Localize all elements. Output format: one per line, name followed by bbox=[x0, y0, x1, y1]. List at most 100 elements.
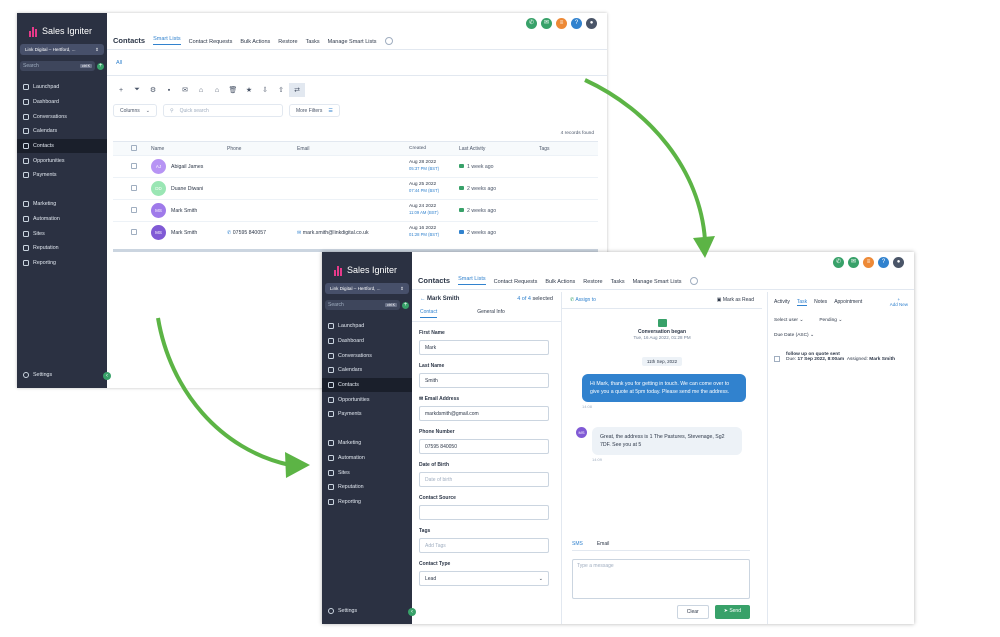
megaphone-icon[interactable]: ✉ bbox=[541, 18, 552, 29]
location-switcher[interactable]: Link Digital – Hertford, ... ⇕ bbox=[20, 44, 104, 55]
sidebar-item-reputation[interactable]: Reputation bbox=[17, 241, 107, 256]
quick-search-input[interactable]: ⚲ Quick search bbox=[162, 104, 283, 117]
sidebar-search[interactable]: Search ctrl K bbox=[20, 61, 95, 71]
mark-as-read-button[interactable]: Mark as Read bbox=[723, 297, 754, 303]
sidebar-item-calendars[interactable]: Calendars bbox=[322, 363, 412, 378]
contact-type-select[interactable]: Lead ⌄ bbox=[419, 571, 549, 586]
sidebar-item-settings[interactable]: Settings bbox=[23, 372, 52, 378]
tab-manage-smart-lists[interactable]: Manage Smart Lists bbox=[633, 279, 682, 285]
phone-field[interactable]: 07595 840050 bbox=[419, 439, 549, 454]
phone-icon[interactable]: ✆ bbox=[526, 18, 537, 29]
gear-icon[interactable] bbox=[689, 277, 698, 285]
add-icon[interactable]: + bbox=[113, 83, 129, 97]
megaphone-icon[interactable]: ✉ bbox=[848, 257, 859, 268]
tab-task[interactable]: Task bbox=[796, 299, 808, 306]
tab-manage-smart-lists[interactable]: Manage Smart Lists bbox=[328, 39, 377, 45]
more-filters-button[interactable]: More Filters ☰ bbox=[288, 104, 340, 117]
row-checkbox[interactable] bbox=[131, 184, 137, 191]
tab-restore[interactable]: Restore bbox=[583, 279, 602, 285]
back-arrow-icon[interactable]: ← bbox=[420, 296, 427, 302]
tab-smart-lists[interactable]: Smart Lists bbox=[458, 276, 486, 285]
sidebar-item-marketing[interactable]: Marketing bbox=[17, 197, 107, 212]
send-button[interactable]: ➤ Send bbox=[714, 605, 750, 619]
sidebar-item-conversations[interactable]: Conversations bbox=[17, 109, 107, 124]
assign-to-button[interactable]: Assign to bbox=[575, 297, 596, 303]
tab-tasks[interactable]: Tasks bbox=[306, 39, 320, 45]
tab-sms[interactable]: SMS bbox=[572, 541, 583, 547]
tab-notes[interactable]: Notes bbox=[814, 299, 827, 305]
notification-icon[interactable]: ≡ bbox=[556, 18, 567, 29]
tab-email[interactable]: Email bbox=[597, 541, 610, 547]
tab-contact-requests[interactable]: Contact Requests bbox=[189, 39, 233, 45]
table-row[interactable]: MS Mark Smith ✆ 07595 840057 ✉ mark.smith… bbox=[113, 221, 598, 243]
notification-icon[interactable]: ≡ bbox=[863, 257, 874, 268]
tab-tasks[interactable]: Tasks bbox=[611, 279, 625, 285]
add-new-button[interactable]: + Add New bbox=[890, 297, 908, 307]
message-icon[interactable]: ▪ bbox=[161, 83, 177, 97]
mail-icon[interactable]: ✉ bbox=[177, 83, 193, 97]
sidebar-item-contacts[interactable]: Contacts bbox=[17, 138, 107, 154]
sidebar-item-payments[interactable]: Payments bbox=[322, 407, 412, 422]
table-row[interactable]: MS Mark Smith Aug 24 2022 11:09 AM (BST) 2… bbox=[113, 199, 598, 221]
export-icon[interactable]: ⇩ bbox=[257, 83, 273, 97]
clear-button[interactable]: Clear bbox=[676, 605, 709, 619]
sidebar-item-sites[interactable]: Sites bbox=[17, 226, 107, 241]
tab-bulk-actions[interactable]: Bulk Actions bbox=[545, 279, 575, 285]
merge-icon[interactable]: ⇄ bbox=[289, 83, 305, 97]
email-field[interactable]: markdsmith@gmail.com bbox=[419, 406, 549, 421]
table-row[interactable]: DD Duane Diwani Aug 25 2022 07:44 PM (BST)… bbox=[113, 177, 598, 199]
tag-remove-icon[interactable]: ⌂ bbox=[209, 83, 225, 97]
sidebar-item-payments[interactable]: Payments bbox=[17, 168, 107, 183]
sidebar-item-reporting[interactable]: Reporting bbox=[322, 495, 412, 510]
sidebar-item-sites[interactable]: Sites bbox=[322, 465, 412, 480]
filter-icon[interactable]: ⏷ bbox=[129, 83, 145, 97]
sidebar-item-conversations[interactable]: Conversations bbox=[322, 348, 412, 363]
tags-field[interactable]: Add Tags bbox=[419, 538, 549, 553]
contact-source-field[interactable] bbox=[419, 505, 549, 520]
gear-icon[interactable] bbox=[384, 37, 393, 45]
sidebar-item-launchpad[interactable]: Launchpad bbox=[322, 319, 412, 334]
import-icon[interactable]: ⇧ bbox=[273, 83, 289, 97]
tab-all[interactable]: All bbox=[116, 60, 122, 66]
table-row[interactable]: AJ Abigail James Aug 28 2022 05:37 PM (BST… bbox=[113, 155, 598, 177]
sidebar-item-marketing[interactable]: Marketing bbox=[322, 436, 412, 451]
sidebar-item-dashboard[interactable]: Dashboard bbox=[17, 95, 107, 110]
tab-general-info[interactable]: General Info bbox=[477, 309, 505, 318]
select-user-dropdown[interactable]: Select user ⌄ bbox=[774, 318, 803, 323]
quick-add-button[interactable]: + bbox=[402, 301, 409, 309]
select-all-checkbox[interactable] bbox=[131, 144, 137, 151]
task-checkbox[interactable] bbox=[774, 356, 780, 362]
sort-dropdown[interactable]: Due Date (ASC) ⌄ bbox=[768, 329, 914, 342]
sidebar-item-dashboard[interactable]: Dashboard bbox=[322, 334, 412, 349]
sidebar-item-automation[interactable]: Automation bbox=[17, 212, 107, 227]
phone-icon[interactable]: ✆ bbox=[833, 257, 844, 268]
sidebar-item-calendars[interactable]: Calendars bbox=[17, 124, 107, 139]
tab-smart-lists[interactable]: Smart Lists bbox=[153, 36, 181, 45]
message-input[interactable]: Type a message bbox=[572, 559, 750, 599]
trash-icon[interactable]: 🗑 bbox=[225, 83, 241, 97]
first-name-field[interactable]: Mark bbox=[419, 340, 549, 355]
row-checkbox[interactable] bbox=[131, 162, 137, 169]
dob-field[interactable]: Date of birth bbox=[419, 472, 549, 487]
help-icon[interactable]: ? bbox=[878, 257, 889, 268]
tab-appointment[interactable]: Appointment bbox=[834, 299, 862, 305]
sidebar-item-launchpad[interactable]: Launchpad bbox=[17, 80, 107, 95]
user-avatar[interactable]: ● bbox=[893, 257, 904, 268]
location-switcher[interactable]: Link Digital – Hertford, ... ⇕ bbox=[325, 283, 409, 294]
sidebar-item-contacts[interactable]: Contacts bbox=[322, 377, 412, 393]
tab-activity[interactable]: Activity bbox=[774, 299, 790, 305]
help-icon[interactable]: ? bbox=[571, 18, 582, 29]
tab-contact[interactable]: Contact bbox=[420, 309, 438, 318]
tab-bulk-actions[interactable]: Bulk Actions bbox=[240, 39, 270, 45]
tab-contact-requests[interactable]: Contact Requests bbox=[494, 279, 538, 285]
columns-button[interactable]: Columns ⌄ bbox=[113, 104, 157, 117]
sidebar-item-automation[interactable]: Automation bbox=[322, 451, 412, 466]
tag-add-icon[interactable]: ⌂ bbox=[193, 83, 209, 97]
star-icon[interactable]: ★ bbox=[241, 83, 257, 97]
sidebar-search[interactable]: Search ctrl K bbox=[325, 300, 400, 310]
last-name-field[interactable]: Smith bbox=[419, 373, 549, 388]
row-checkbox[interactable] bbox=[131, 228, 137, 235]
sidebar-item-reputation[interactable]: Reputation bbox=[322, 480, 412, 495]
row-checkbox[interactable] bbox=[131, 206, 137, 213]
sidebar-item-reporting[interactable]: Reporting bbox=[17, 256, 107, 271]
